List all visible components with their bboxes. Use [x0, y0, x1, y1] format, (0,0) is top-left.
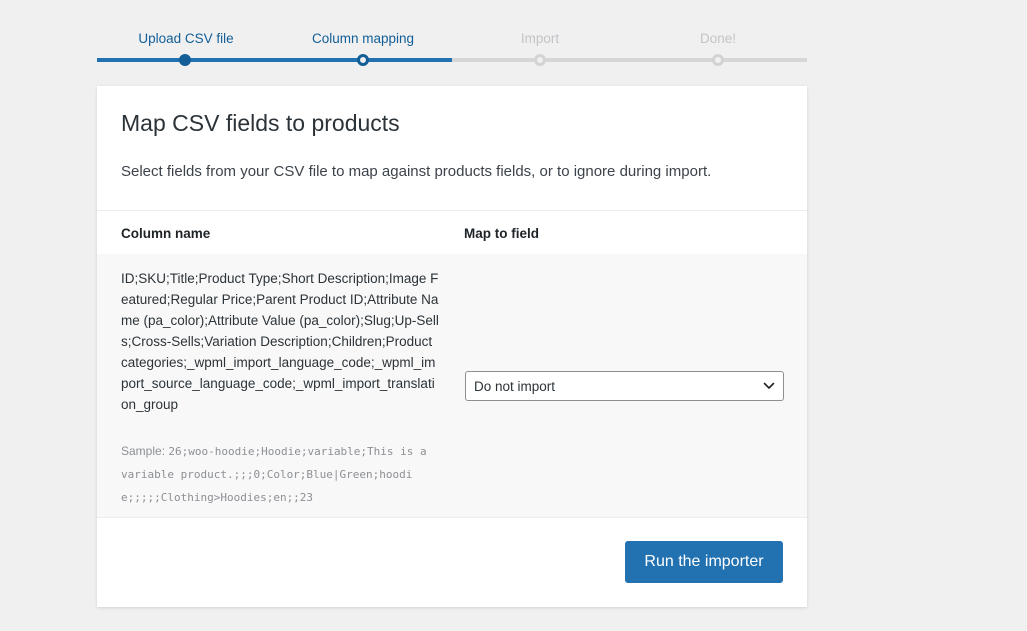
progress-bar-remaining — [452, 58, 807, 62]
mapping-card: Map CSV fields to products Select fields… — [97, 86, 807, 607]
step-import-dot — [534, 54, 546, 66]
column-name-header: Column name — [121, 226, 211, 241]
csv-column-name: ID;SKU;Title;Product Type;Short Descript… — [121, 271, 439, 412]
step-column-mapping-label: Column mapping — [311, 31, 415, 46]
step-upload-csv-label: Upload CSV file — [138, 31, 234, 46]
step-import-label: Import — [520, 31, 560, 46]
import-steps: Upload CSV file Column mapping Import Do… — [97, 0, 807, 70]
run-importer-button[interactable]: Run the importer — [625, 541, 783, 583]
sample-label: Sample: — [121, 444, 166, 458]
csv-sample: Sample: 26;woo-hoodie;Hoodie;variable;Th… — [121, 440, 439, 509]
step-done-label: Done! — [699, 31, 737, 46]
mapping-row: ID;SKU;Title;Product Type;Short Descript… — [97, 254, 807, 517]
page-description: Select fields from your CSV file to map … — [121, 163, 712, 180]
sample-value: 26;woo-hoodie;Hoodie;variable;This is a … — [121, 445, 427, 504]
page-title: Map CSV fields to products — [121, 110, 400, 136]
map-to-field-value: Do not import — [474, 379, 556, 394]
step-column-mapping-dot — [357, 54, 369, 66]
map-to-field-select[interactable]: Do not import — [465, 371, 784, 401]
progress-bar-complete — [97, 58, 452, 62]
map-to-field-header: Map to field — [464, 226, 539, 241]
step-done-dot — [712, 54, 724, 66]
divider — [97, 517, 807, 518]
chevron-down-icon — [763, 382, 775, 389]
divider — [97, 210, 807, 211]
step-upload-csv-dot — [179, 54, 191, 66]
